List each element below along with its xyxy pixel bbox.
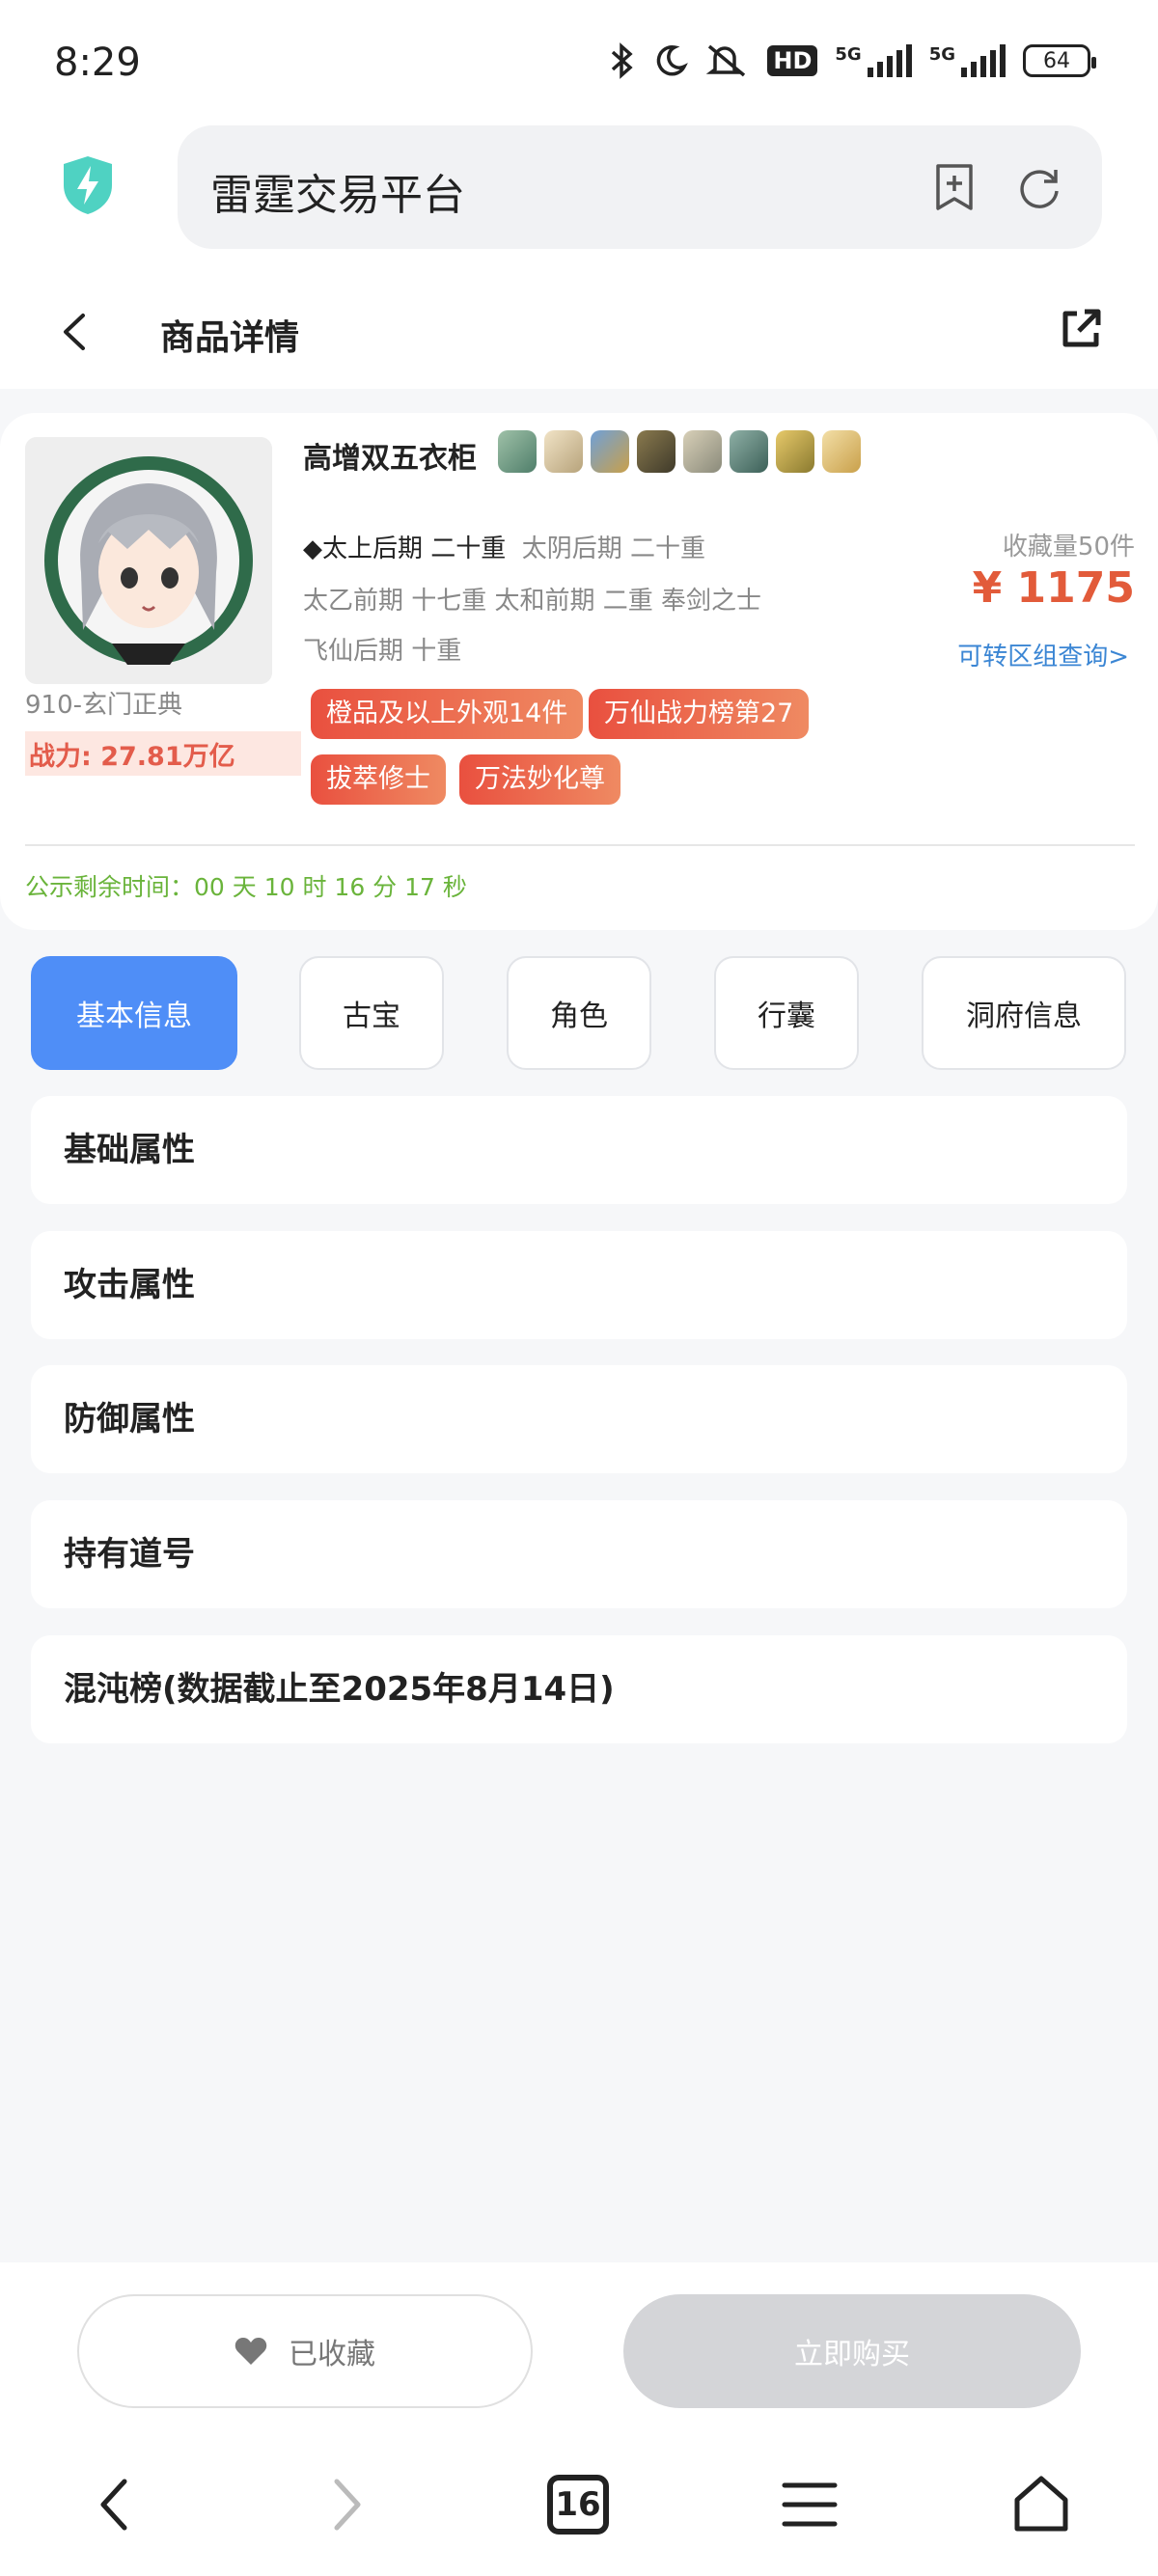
section-titles-held[interactable]: 持有道号 [31,1500,1127,1608]
hd-badge: HD [767,45,818,76]
tab-basic-info[interactable]: 基本信息 [31,956,237,1070]
section-chaos-ranking[interactable]: 混沌榜(数据截止至2025年8月14日) [31,1635,1127,1743]
realm-secondary: 太阴后期 二十重 [521,534,706,563]
buy-now-button[interactable]: 立即购买 [623,2294,1081,2408]
realm-line-1: ◆太上后期 二十重 太阴后期 二十重 [303,529,705,564]
jade-sword-icon [498,430,537,473]
shield-icon [64,156,112,214]
tag-ranking: 万仙战力榜第27 [589,689,810,739]
url-box[interactable]: 雷霆交易平台 [178,125,1102,249]
status-bar: 8:29 HD 5G 5G 64 [0,0,1158,125]
favorite-count: 收藏量50件 [1002,533,1135,562]
bookmark-add-icon[interactable] [932,162,977,212]
price: ¥ 1175 [972,563,1135,613]
nav-forward-icon[interactable] [313,2471,380,2538]
tab-count: 16 [547,2475,609,2535]
server-name: 910-玄门正典 [25,691,183,720]
browser-nav-bar: 16 [0,2426,1158,2576]
battery-icon: 64 [1023,44,1096,77]
transfer-query-link[interactable]: 可转区组查询> [957,637,1129,672]
back-arrow-icon[interactable] [56,310,95,354]
tab-inventory[interactable]: 行囊 [714,956,859,1070]
bluetooth-icon [607,42,636,79]
realm-line-2: 太乙前期 十七重 太和前期 二重 奉剑之士 [303,587,762,616]
product-card: 910-玄门正典 战力: 27.81万亿 高增双五衣柜 ◆太上后期 二十重 太阴… [0,413,1158,930]
public-countdown: 公示剩余时间：00 天 10 时 16 分 17 秒 [25,873,467,901]
tag-title-2: 万法妙化尊 [459,754,620,805]
flute-icon [544,430,583,473]
home-icon[interactable] [1007,2471,1075,2538]
nav-back-icon[interactable] [81,2471,149,2538]
tab-character[interactable]: 角色 [507,956,651,1070]
product-title: 高增双五衣柜 [303,442,477,476]
share-icon[interactable] [1058,306,1104,352]
signal-icon-2: 5G [929,44,1006,77]
combat-power: 战力: 27.81万亿 [25,731,301,776]
character-avatar[interactable] [25,437,272,684]
section-attack-attributes[interactable]: 攻击属性 [31,1231,1127,1339]
signal-icon-1: 5G [835,44,912,77]
status-icons: HD 5G 5G 64 [607,42,1096,79]
tabs-button[interactable]: 16 [544,2471,612,2538]
page-title: 商品详情 [160,318,300,358]
gourd-icon [776,430,814,473]
menu-icon[interactable] [776,2471,843,2538]
page-site-title: 雷霆交易平台 [210,171,465,220]
lantern-icon [637,430,676,473]
section-basic-attributes[interactable]: 基础属性 [31,1096,1127,1204]
collected-button[interactable]: 已收藏 [77,2294,533,2408]
staff-icon [591,430,629,473]
page-header: 商品详情 [0,275,1158,389]
bottom-action-bar: 已收藏 立即购买 [0,2262,1158,2426]
collected-label: 已收藏 [289,2338,375,2371]
tab-relics[interactable]: 古宝 [299,956,444,1070]
refresh-icon[interactable] [1015,164,1063,212]
moon-icon [653,43,689,78]
tag-title-1: 拔萃修士 [311,754,446,805]
card-divider [25,844,1135,846]
status-time: 8:29 [54,41,141,85]
tab-cave-info[interactable]: 洞府信息 [922,956,1126,1070]
realm-primary: ◆太上后期 二十重 [303,534,507,563]
tag-appearance: 橙品及以上外观14件 [311,689,584,739]
equipment-icons [498,430,861,473]
mute-icon [705,42,750,79]
cauldron-icon [730,430,768,473]
section-defense-attributes[interactable]: 防御属性 [31,1365,1127,1473]
heart-icon [234,2338,267,2365]
realm-line-3: 飞仙后期 十重 [303,637,462,666]
browser-address-bar: 雷霆交易平台 [0,125,1158,275]
blade-icon [683,430,722,473]
orb-icon [822,430,861,473]
